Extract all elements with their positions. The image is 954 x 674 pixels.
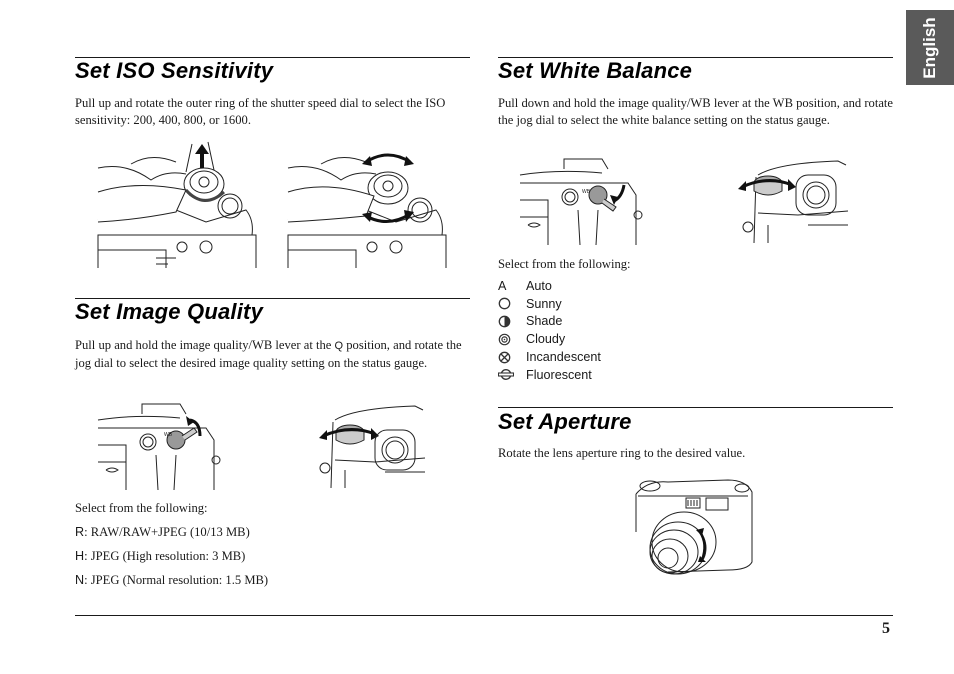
- footer-rule: [75, 615, 893, 616]
- cloudy-icon: [498, 333, 526, 346]
- aperture-ring-illustration: [628, 472, 758, 587]
- quality-body-text: Pull up and hold the image quality/WB le…: [75, 337, 471, 371]
- quality-option-high: H: JPEG (High resolution: 3 MB): [75, 548, 268, 572]
- wb-option-incandescent: Incandescent: [498, 348, 601, 366]
- quality-select-intro: Select from the following:: [75, 501, 208, 515]
- wb-option-label: Incandescent: [526, 350, 601, 365]
- quality-q-symbol-icon: Q: [334, 340, 344, 352]
- language-tab: English: [906, 10, 954, 85]
- lever-up-illustration: WB: [96, 400, 226, 490]
- quality-section-title: Set Image Quality: [75, 299, 264, 324]
- quality-option-code: H: [75, 549, 85, 563]
- wb-jog-dial-illustration: [738, 155, 850, 243]
- wb-label: WB: [164, 432, 173, 438]
- shade-icon: [498, 315, 526, 328]
- quality-options-list: R: RAW/RAW+JPEG (10/13 MB) H: JPEG (High…: [75, 524, 268, 596]
- wb-options-list: A Auto Sunny Shade Cloudy Incandescent F…: [498, 277, 601, 384]
- iso-section-title: Set ISO Sensitivity: [75, 58, 274, 83]
- incandescent-icon: [498, 351, 526, 364]
- quality-option-text: : JPEG (High resolution: 3 MB): [84, 549, 246, 563]
- wb-option-label: Cloudy: [526, 332, 566, 347]
- quality-option-code: N: [75, 573, 85, 587]
- wb-option-label: Auto: [526, 278, 552, 293]
- iso-body-text: Pull up and rotate the outer ring of the…: [75, 96, 446, 127]
- wb-option-shade: Shade: [498, 313, 601, 331]
- jog-dial-illustration: [315, 400, 427, 488]
- quality-body-before: Pull up and hold the image quality/WB le…: [75, 338, 335, 352]
- wb-option-auto: A Auto: [498, 277, 601, 295]
- section-rule: [498, 407, 893, 408]
- rotate-dial-illustration: [286, 140, 451, 275]
- quality-option-code: R: [75, 525, 85, 539]
- wb-select-intro: Select from the following:: [498, 257, 631, 271]
- lever-down-illustration: WB: [518, 155, 648, 245]
- quality-option-text: : JPEG (Normal resolution: 1.5 MB): [84, 573, 269, 587]
- language-tab-label: English: [920, 16, 939, 79]
- quality-option-raw: R: RAW/RAW+JPEG (10/13 MB): [75, 524, 268, 548]
- quality-option-text: : RAW/RAW+JPEG (10/13 MB): [84, 525, 250, 539]
- wb-body-text: Pull down and hold the image quality/WB …: [498, 96, 893, 127]
- wb-option-label: Sunny: [526, 296, 562, 311]
- auto-letter-icon: A: [498, 278, 507, 293]
- wb-option-sunny: Sunny: [498, 295, 601, 313]
- aperture-section-title: Set Aperture: [498, 409, 632, 434]
- wb-option-label: Shade: [526, 314, 563, 329]
- quality-option-normal: N: JPEG (Normal resolution: 1.5 MB): [75, 572, 268, 596]
- wb-section-title: Set White Balance: [498, 58, 693, 83]
- wb-option-cloudy: Cloudy: [498, 330, 601, 348]
- page-number: 5: [882, 620, 890, 637]
- sunny-icon: [498, 297, 526, 310]
- wb-option-label: Fluorescent: [526, 367, 592, 382]
- pull-up-dial-illustration: [96, 140, 261, 275]
- wb-option-fluorescent: Fluorescent: [498, 366, 601, 384]
- wb-label: WB: [582, 189, 591, 195]
- fluorescent-icon: [498, 368, 526, 381]
- aperture-body-text: Rotate the lens aperture ring to the des…: [498, 446, 746, 460]
